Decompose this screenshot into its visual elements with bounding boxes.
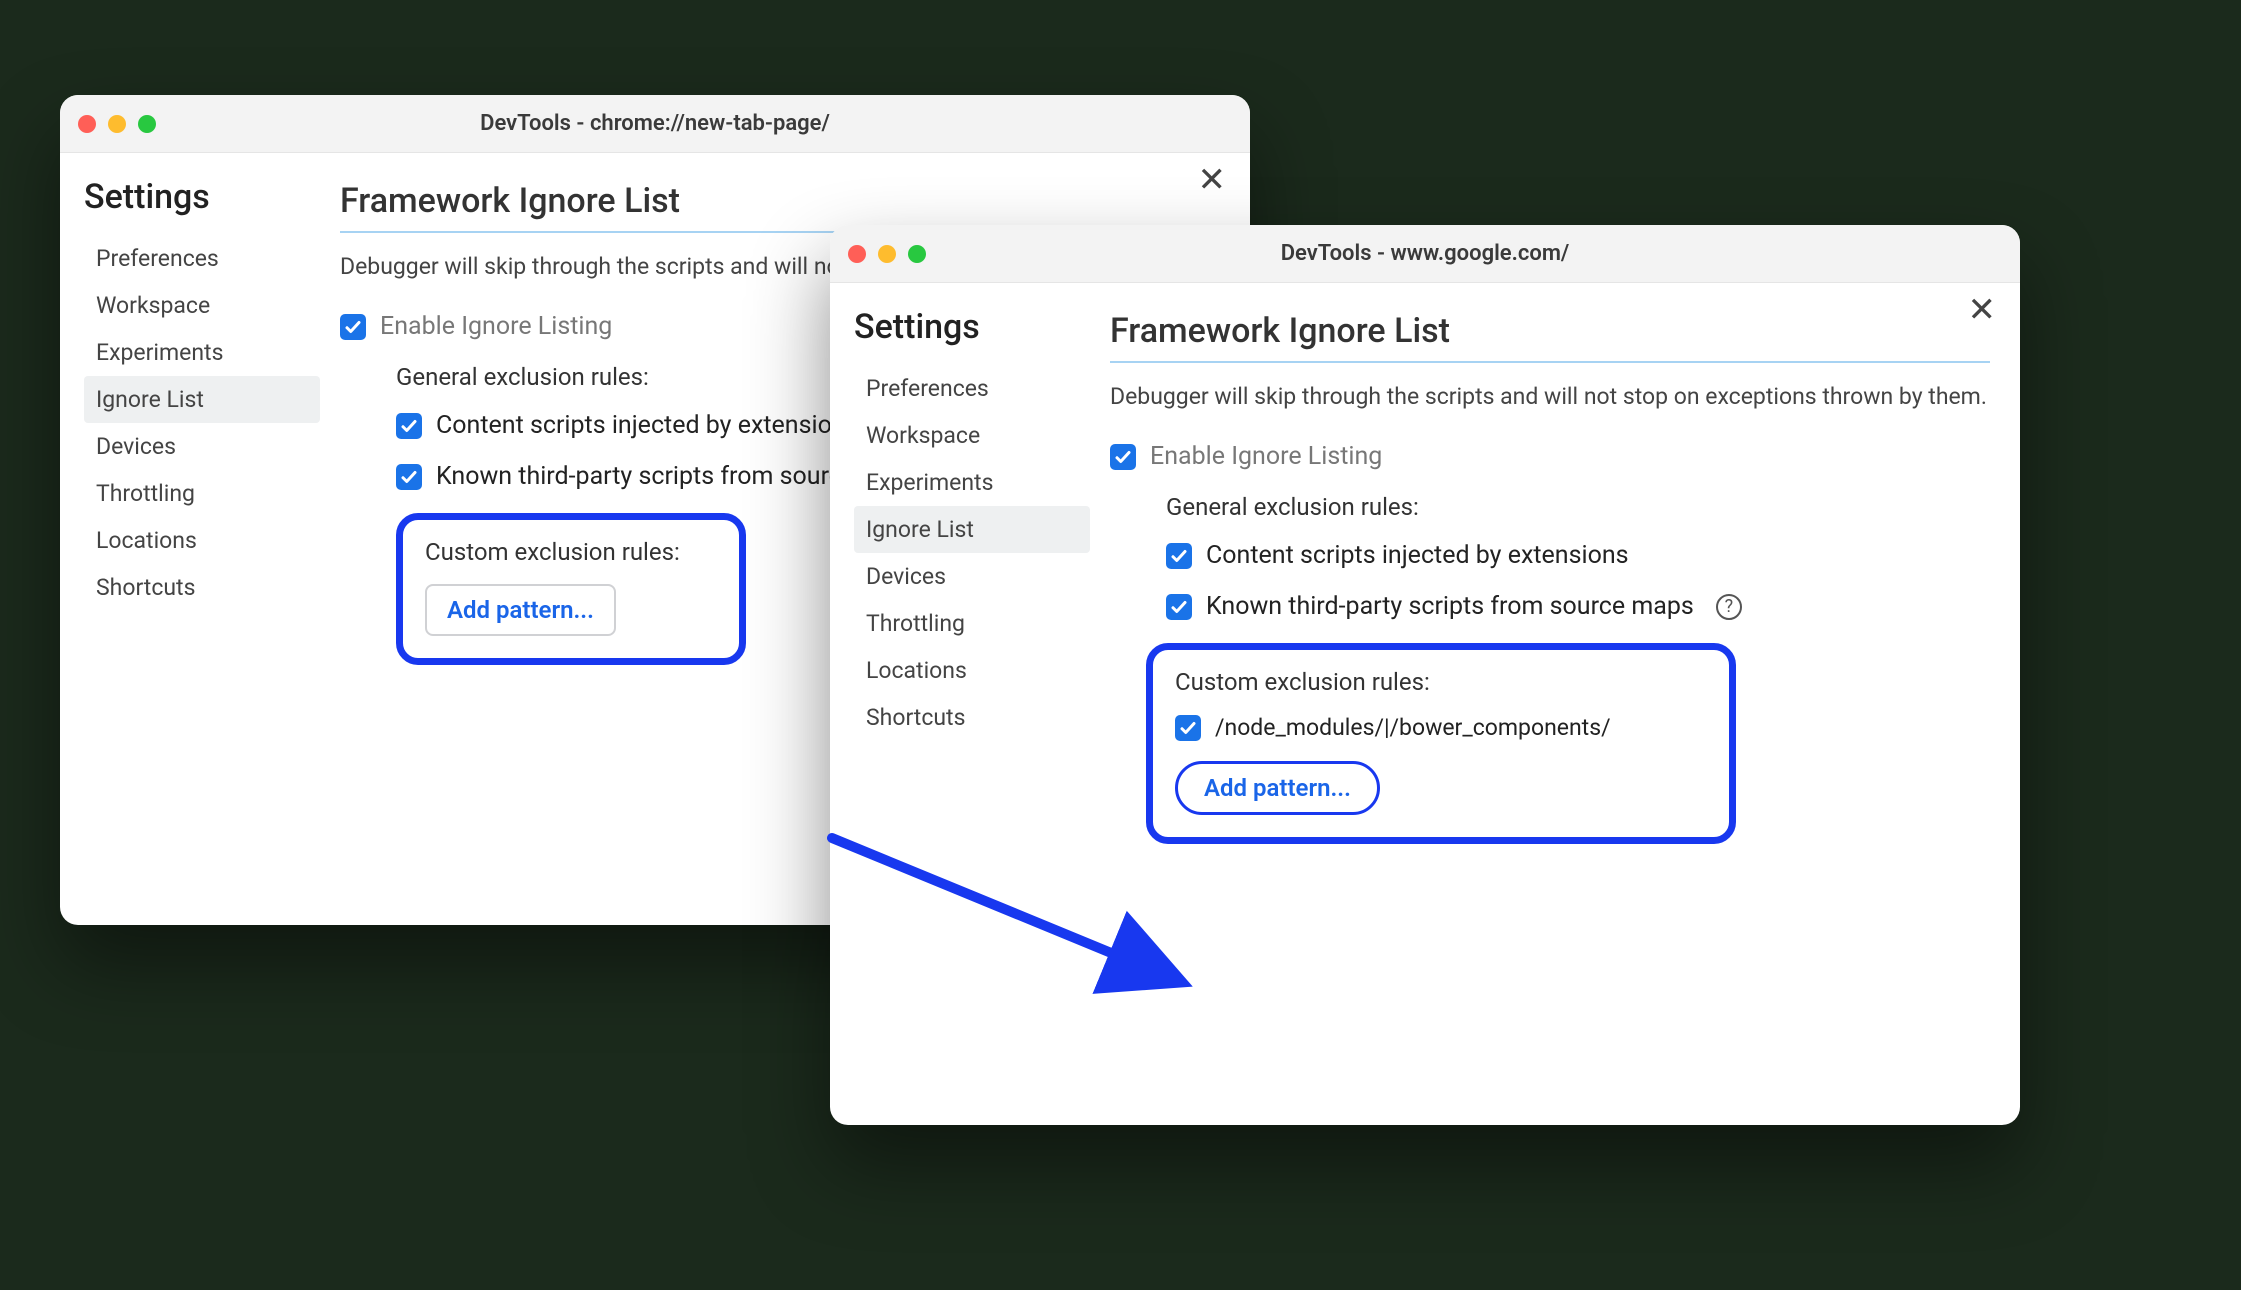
settings-heading: Settings	[854, 307, 1090, 347]
settings-heading: Settings	[84, 177, 320, 217]
settings-sidebar: Settings Preferences Workspace Experimen…	[60, 153, 330, 925]
devtools-window-front: DevTools - www.google.com/ Settings Pref…	[830, 225, 2020, 1125]
enable-ignore-label: Enable Ignore Listing	[1150, 442, 1382, 471]
sidebar-item-shortcuts[interactable]: Shortcuts	[84, 564, 320, 611]
custom-rules-callout: Custom exclusion rules: /node_modules/|/…	[1146, 643, 1736, 844]
checkbox-checked-icon[interactable]	[1166, 594, 1192, 620]
panel-heading: Framework Ignore List	[1110, 311, 1990, 363]
sidebar-item-experiments[interactable]: Experiments	[854, 459, 1090, 506]
custom-rules-callout: Custom exclusion rules: Add pattern...	[396, 513, 746, 665]
sidebar-item-locations[interactable]: Locations	[84, 517, 320, 564]
sidebar-item-preferences[interactable]: Preferences	[854, 365, 1090, 412]
sidebar-item-shortcuts[interactable]: Shortcuts	[854, 694, 1090, 741]
window-close-icon[interactable]	[78, 115, 96, 133]
sidebar-item-workspace[interactable]: Workspace	[84, 282, 320, 329]
window-title: DevTools - www.google.com/	[830, 241, 2020, 266]
sidebar-item-experiments[interactable]: Experiments	[84, 329, 320, 376]
custom-rules-label: Custom exclusion rules:	[1175, 668, 1707, 696]
window-close-icon[interactable]	[848, 245, 866, 263]
settings-sidebar: Settings Preferences Workspace Experimen…	[830, 283, 1100, 1125]
window-title: DevTools - chrome://new-tab-page/	[60, 111, 1250, 136]
window-minimize-icon[interactable]	[108, 115, 126, 133]
window-maximize-icon[interactable]	[908, 245, 926, 263]
enable-ignore-listing-row[interactable]: Enable Ignore Listing	[1110, 442, 1990, 471]
checkbox-checked-icon[interactable]	[1110, 444, 1136, 470]
sidebar-item-ignore-list[interactable]: Ignore List	[84, 376, 320, 423]
custom-rules-label: Custom exclusion rules:	[425, 538, 717, 566]
panel-description: Debugger will skip through the scripts a…	[1110, 381, 1990, 412]
custom-pattern-text: /node_modules/|/bower_components/	[1215, 714, 1611, 741]
checkbox-checked-icon[interactable]	[1175, 715, 1201, 741]
titlebar: DevTools - www.google.com/	[830, 225, 2020, 283]
sidebar-item-devices[interactable]: Devices	[854, 553, 1090, 600]
window-minimize-icon[interactable]	[878, 245, 896, 263]
settings-content: ✕ Framework Ignore List Debugger will sk…	[1100, 283, 2020, 1125]
sidebar-item-locations[interactable]: Locations	[854, 647, 1090, 694]
sidebar-item-throttling[interactable]: Throttling	[84, 470, 320, 517]
close-icon[interactable]: ✕	[1968, 293, 1997, 327]
custom-pattern-row[interactable]: /node_modules/|/bower_components/	[1175, 714, 1707, 741]
titlebar: DevTools - chrome://new-tab-page/	[60, 95, 1250, 153]
sidebar-item-devices[interactable]: Devices	[84, 423, 320, 470]
sidebar-item-preferences[interactable]: Preferences	[84, 235, 320, 282]
sidebar-item-workspace[interactable]: Workspace	[854, 412, 1090, 459]
rule-third-party-label: Known third-party scripts from source ma…	[1206, 592, 1694, 621]
checkbox-checked-icon[interactable]	[340, 314, 366, 340]
rule-third-party-row[interactable]: Known third-party scripts from source ma…	[1166, 592, 1990, 621]
checkbox-checked-icon[interactable]	[1166, 543, 1192, 569]
enable-ignore-label: Enable Ignore Listing	[380, 312, 612, 341]
add-pattern-button[interactable]: Add pattern...	[1175, 761, 1380, 815]
rule-content-scripts-label: Content scripts injected by extensions	[436, 411, 859, 440]
add-pattern-button[interactable]: Add pattern...	[425, 584, 616, 636]
window-maximize-icon[interactable]	[138, 115, 156, 133]
traffic-lights	[78, 115, 156, 133]
sidebar-item-ignore-list[interactable]: Ignore List	[854, 506, 1090, 553]
rule-content-scripts-row[interactable]: Content scripts injected by extensions	[1166, 541, 1990, 570]
checkbox-checked-icon[interactable]	[396, 413, 422, 439]
rule-content-scripts-label: Content scripts injected by extensions	[1206, 541, 1629, 570]
sidebar-item-throttling[interactable]: Throttling	[854, 600, 1090, 647]
traffic-lights	[848, 245, 926, 263]
help-icon[interactable]: ?	[1716, 594, 1742, 620]
checkbox-checked-icon[interactable]	[396, 464, 422, 490]
general-rules-label: General exclusion rules:	[1166, 493, 1990, 521]
close-icon[interactable]: ✕	[1198, 163, 1227, 197]
